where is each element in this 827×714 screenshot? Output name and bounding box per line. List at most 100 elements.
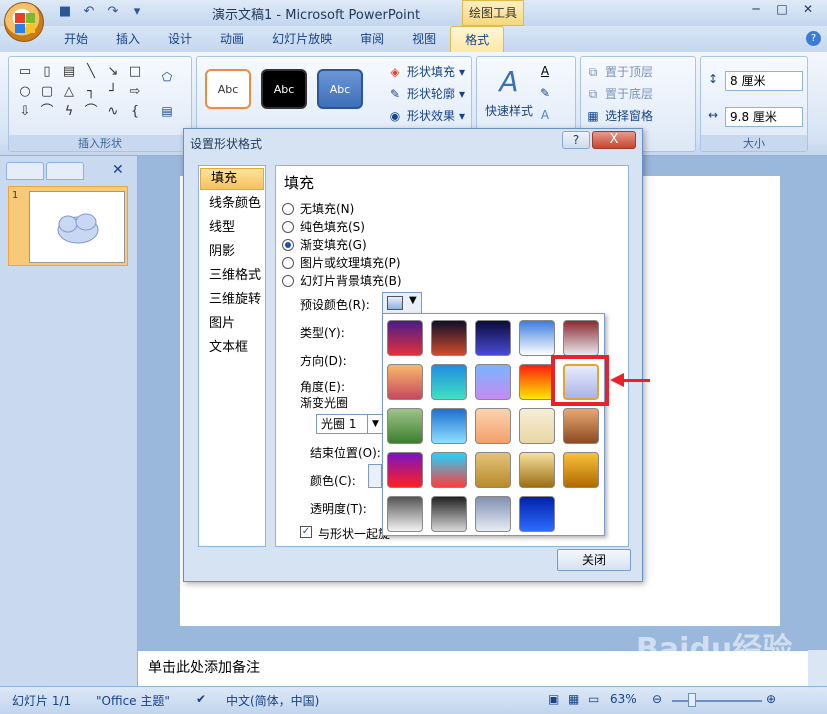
send-to-back-button[interactable]: ⧉ 置于底层 bbox=[585, 85, 653, 102]
zoom-in-icon[interactable]: ⊕ bbox=[766, 692, 776, 706]
textbox2-shape-icon[interactable]: ▤ bbox=[59, 63, 79, 81]
category-3d-rotation[interactable]: 三维旋转 bbox=[199, 288, 265, 312]
style-option-orange-outline[interactable]: Abc bbox=[205, 69, 251, 109]
outline-tab[interactable] bbox=[46, 162, 84, 180]
arrow-line-shape-icon[interactable]: ↘ bbox=[103, 63, 123, 81]
preset-gradient-swatch[interactable] bbox=[431, 320, 467, 356]
textbox-shape-icon[interactable]: ▭ bbox=[15, 63, 35, 81]
help-icon[interactable]: ? bbox=[806, 31, 821, 46]
category-line-style[interactable]: 线型 bbox=[199, 216, 265, 240]
shape-effects-button[interactable]: ◉ 形状效果 ▾ bbox=[387, 107, 465, 124]
customize-qat-icon[interactable]: ▾ bbox=[128, 4, 146, 20]
zoom-out-icon[interactable]: ⊖ bbox=[652, 692, 662, 706]
category-3d-format[interactable]: 三维格式 bbox=[199, 264, 265, 288]
category-line-color[interactable]: 线条颜色 bbox=[199, 192, 265, 216]
preset-gradient-swatch[interactable] bbox=[431, 408, 467, 444]
radio-gradient-fill[interactable] bbox=[282, 238, 294, 251]
tab-home[interactable]: 开始 bbox=[50, 26, 102, 52]
zoom-level[interactable]: 63% bbox=[610, 692, 637, 706]
style-option-black-fill[interactable]: Abc bbox=[261, 69, 307, 109]
height-input[interactable]: 8 厘米 bbox=[725, 71, 803, 91]
preset-gradient-swatch[interactable] bbox=[475, 320, 511, 356]
dialog-close-x-button[interactable]: X bbox=[592, 131, 636, 149]
office-button[interactable] bbox=[4, 2, 44, 42]
rounded-rect-shape-icon[interactable]: ▢ bbox=[37, 83, 57, 101]
category-fill[interactable]: 填充 bbox=[200, 168, 264, 190]
category-textbox[interactable]: 文本框 bbox=[199, 336, 265, 360]
undo-icon[interactable]: ↶ bbox=[80, 4, 98, 20]
option-background-fill[interactable]: 幻灯片背景填充(B) bbox=[282, 272, 402, 289]
radio-no-fill[interactable] bbox=[282, 202, 294, 215]
line-shape-icon[interactable]: ╲ bbox=[81, 63, 101, 81]
redo-icon[interactable]: ↷ bbox=[104, 4, 122, 20]
preset-gradient-swatch[interactable] bbox=[519, 496, 555, 532]
preset-gradient-swatch[interactable] bbox=[475, 452, 511, 488]
gradient-stop-select[interactable]: 光圈 1 ▼ bbox=[316, 414, 384, 434]
option-solid-fill[interactable]: 纯色填充(S) bbox=[282, 218, 365, 235]
minimize-button[interactable]: ─ bbox=[743, 0, 769, 18]
text-fill-button[interactable]: A bbox=[537, 63, 553, 79]
text-outline-button[interactable]: ✎ bbox=[537, 85, 553, 101]
style-option-blue-fill[interactable]: Abc bbox=[317, 69, 363, 109]
close-panel-icon[interactable]: ✕ bbox=[112, 162, 124, 178]
category-shadow[interactable]: 阴影 bbox=[199, 240, 265, 264]
preset-gradient-swatch[interactable] bbox=[519, 364, 555, 400]
preset-gradient-swatch[interactable] bbox=[475, 496, 511, 532]
preset-gradient-swatch[interactable] bbox=[519, 452, 555, 488]
arc-shape-icon[interactable]: ⌒ bbox=[81, 103, 101, 121]
preset-gradient-swatch[interactable] bbox=[431, 496, 467, 532]
curve-shape-icon[interactable]: ∿ bbox=[103, 103, 123, 121]
tab-design[interactable]: 设计 bbox=[154, 26, 206, 52]
option-gradient-fill[interactable]: 渐变填充(G) bbox=[282, 236, 367, 253]
preset-gradient-swatch[interactable] bbox=[387, 496, 423, 532]
slides-tab[interactable] bbox=[6, 162, 44, 180]
preset-gradient-swatch[interactable] bbox=[387, 452, 423, 488]
normal-view-icon[interactable]: ▣ bbox=[548, 692, 559, 706]
textbox-button[interactable]: ▤ bbox=[159, 103, 175, 119]
preset-gradient-swatch[interactable] bbox=[431, 452, 467, 488]
lightning-shape-icon[interactable]: ϟ bbox=[59, 103, 79, 121]
option-picture-fill[interactable]: 图片或纹理填充(P) bbox=[282, 254, 401, 271]
tab-slideshow[interactable]: 幻灯片放映 bbox=[258, 26, 346, 52]
radio-background-fill[interactable] bbox=[282, 274, 294, 287]
preset-gradient-swatch[interactable] bbox=[387, 320, 423, 356]
right-arrow-shape-icon[interactable]: ⇨ bbox=[125, 83, 145, 101]
notes-scrollbar[interactable] bbox=[808, 650, 827, 686]
save-icon[interactable]: ■ bbox=[56, 4, 74, 20]
preset-gradient-swatch[interactable] bbox=[519, 320, 555, 356]
zoom-slider-track[interactable] bbox=[672, 700, 762, 702]
elbow-shape-icon[interactable]: ┐ bbox=[81, 83, 101, 101]
preset-gradient-swatch[interactable] bbox=[431, 364, 467, 400]
text-effects-button[interactable]: A bbox=[537, 107, 553, 123]
preset-gradient-swatch[interactable] bbox=[475, 364, 511, 400]
brace-shape-icon[interactable]: { bbox=[125, 103, 145, 121]
shape-outline-button[interactable]: ✎ 形状轮廓 ▾ bbox=[387, 85, 465, 102]
category-picture[interactable]: 图片 bbox=[199, 312, 265, 336]
slideshow-view-icon[interactable]: ▭ bbox=[588, 692, 599, 706]
rectangle-shape-icon[interactable]: □ bbox=[125, 63, 145, 81]
tab-review[interactable]: 审阅 bbox=[346, 26, 398, 52]
preset-colors-dropdown[interactable]: ▼ bbox=[382, 292, 422, 314]
zoom-slider-thumb[interactable] bbox=[688, 693, 696, 707]
option-no-fill[interactable]: 无填充(N) bbox=[282, 200, 354, 217]
freeform-shape-icon[interactable]: ⌒ bbox=[37, 103, 57, 121]
elbow2-shape-icon[interactable]: ┘ bbox=[103, 83, 123, 101]
triangle-shape-icon[interactable]: △ bbox=[59, 83, 79, 101]
dialog-help-button[interactable]: ? bbox=[562, 131, 590, 149]
slide-thumbnail[interactable]: 1 bbox=[8, 186, 128, 266]
preset-gradient-swatch[interactable] bbox=[563, 408, 599, 444]
tab-animations[interactable]: 动画 bbox=[206, 26, 258, 52]
maximize-button[interactable]: □ bbox=[769, 0, 795, 18]
color-picker-button[interactable] bbox=[368, 464, 382, 488]
rotate-with-shape-checkbox[interactable]: ✓ bbox=[300, 526, 312, 538]
selection-pane-button[interactable]: ▦ 选择窗格 bbox=[585, 107, 653, 124]
dialog-close-button[interactable]: 关闭 bbox=[557, 549, 631, 571]
preset-gradient-swatch[interactable] bbox=[387, 364, 423, 400]
spellcheck-icon[interactable]: ✔ bbox=[196, 692, 206, 706]
bring-to-front-button[interactable]: ⧉ 置于顶层 bbox=[585, 63, 653, 80]
tab-view[interactable]: 视图 bbox=[398, 26, 450, 52]
preset-gradient-swatch[interactable] bbox=[563, 320, 599, 356]
tab-format[interactable]: 格式 bbox=[450, 26, 505, 52]
sorter-view-icon[interactable]: ▦ bbox=[568, 692, 579, 706]
shape-fill-button[interactable]: ◈ 形状填充 ▾ bbox=[387, 63, 465, 80]
